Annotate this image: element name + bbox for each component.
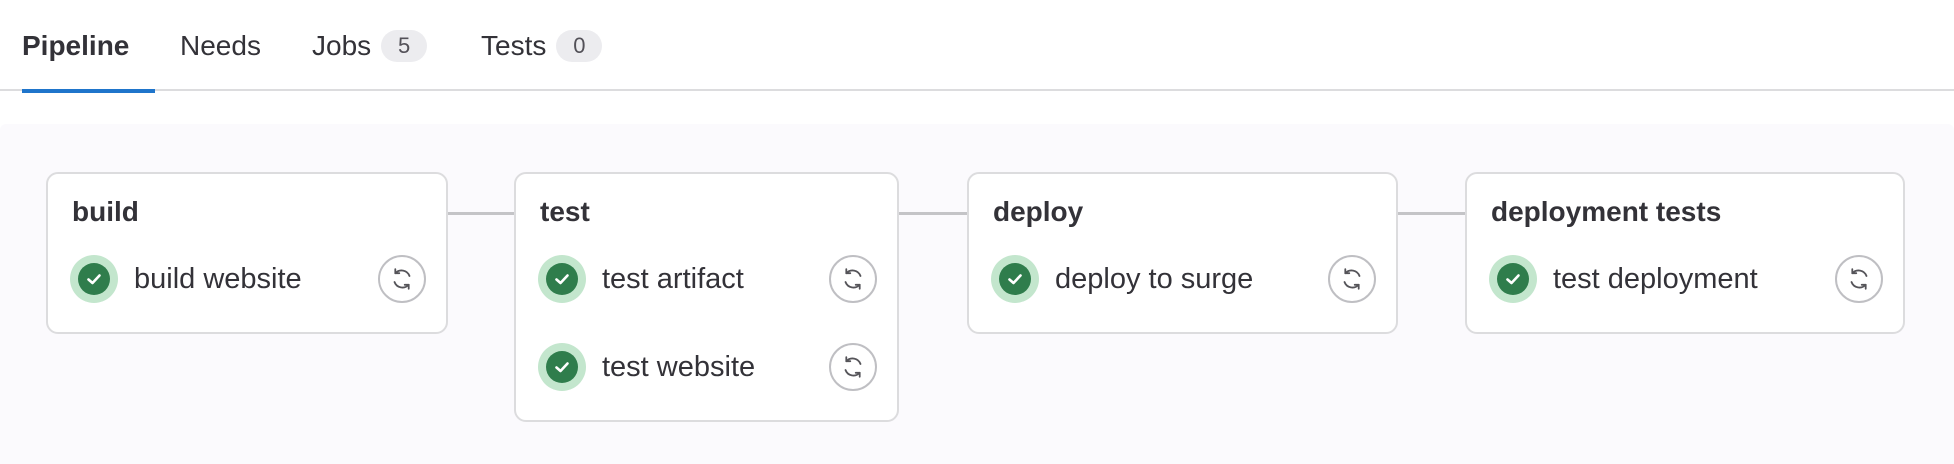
stage-deployment-tests: deployment tests test deployment bbox=[1465, 172, 1905, 334]
stage-title: build bbox=[72, 196, 139, 227]
retry-button[interactable] bbox=[829, 343, 877, 391]
pipeline-tabs: Pipeline Needs Jobs 5 Tests 0 bbox=[0, 0, 1954, 93]
check-circle-icon bbox=[70, 255, 118, 303]
check-circle-icon bbox=[538, 343, 586, 391]
stage-connector bbox=[448, 212, 514, 215]
stage-connector bbox=[1398, 212, 1465, 215]
retry-icon bbox=[844, 268, 862, 290]
tab-tests-label: Tests bbox=[481, 29, 547, 61]
jobs-count-badge: 5 bbox=[381, 29, 428, 62]
stage-build: build build website bbox=[46, 172, 448, 334]
check-circle-icon bbox=[991, 255, 1039, 303]
retry-button[interactable] bbox=[1328, 255, 1376, 303]
retry-button[interactable] bbox=[378, 255, 426, 303]
tab-pipeline[interactable]: Pipeline bbox=[22, 0, 155, 93]
stage-connector bbox=[899, 212, 967, 215]
job-test-website[interactable]: test website bbox=[538, 342, 877, 392]
job-name: test artifact bbox=[602, 262, 744, 295]
retry-icon bbox=[393, 268, 411, 290]
retry-button[interactable] bbox=[1835, 255, 1883, 303]
tab-pipeline-label: Pipeline bbox=[22, 29, 130, 61]
pipeline-graph: build build website test test artifact t… bbox=[0, 124, 1954, 464]
retry-icon bbox=[844, 356, 862, 378]
job-test-deployment[interactable]: test deployment bbox=[1489, 254, 1883, 304]
job-name: deploy to surge bbox=[1055, 262, 1254, 295]
job-deploy-to-surge[interactable]: deploy to surge bbox=[991, 254, 1376, 304]
job-name: test deployment bbox=[1553, 262, 1758, 295]
stage-title: deployment tests bbox=[1491, 196, 1722, 227]
check-circle-icon bbox=[1489, 255, 1537, 303]
retry-icon bbox=[1343, 268, 1361, 290]
stage-test: test test artifact test website bbox=[514, 172, 899, 422]
tab-jobs[interactable]: Jobs 5 bbox=[312, 0, 428, 91]
stage-title: test bbox=[540, 196, 590, 227]
tab-jobs-label: Jobs bbox=[312, 29, 372, 61]
job-name: build website bbox=[134, 262, 302, 295]
tab-needs-label: Needs bbox=[180, 29, 261, 61]
stage-title: deploy bbox=[993, 196, 1084, 227]
tab-needs[interactable]: Needs bbox=[180, 0, 261, 91]
retry-button[interactable] bbox=[829, 255, 877, 303]
job-build-website[interactable]: build website bbox=[70, 254, 426, 304]
job-test-artifact[interactable]: test artifact bbox=[538, 254, 877, 304]
check-circle-icon bbox=[538, 255, 586, 303]
tests-count-badge: 0 bbox=[556, 29, 603, 62]
job-name: test website bbox=[602, 350, 756, 383]
tab-tests[interactable]: Tests 0 bbox=[481, 0, 603, 91]
stage-deploy: deploy deploy to surge bbox=[967, 172, 1398, 334]
retry-icon bbox=[1850, 268, 1868, 290]
